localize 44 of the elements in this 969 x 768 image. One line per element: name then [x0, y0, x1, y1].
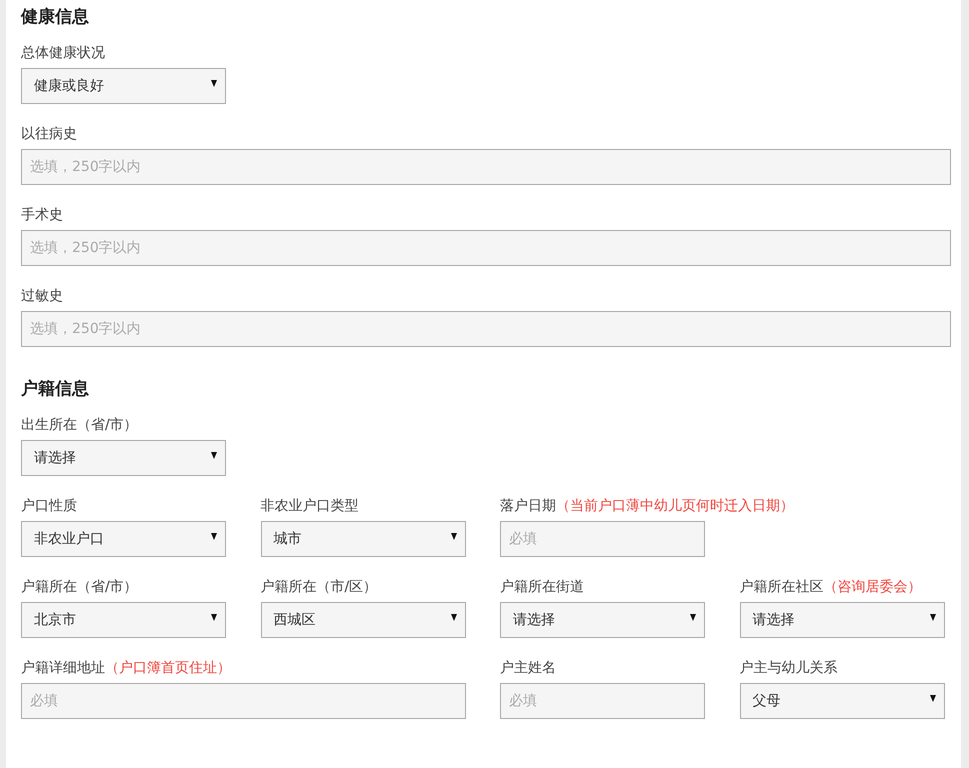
caret-icon [211, 614, 217, 620]
field-label: 户籍所在（省/市） [21, 579, 138, 595]
select-field[interactable]: 城市 [260, 521, 466, 557]
input-field[interactable]: 必填 [500, 683, 705, 719]
field-label: 手术史 [21, 207, 63, 223]
field-label: 户籍所在社区 [740, 579, 824, 595]
section-title: 户籍信息 [21, 378, 89, 401]
field-label: 户籍详细地址 [21, 660, 105, 676]
select-field[interactable]: 请选择 [740, 602, 944, 638]
field-label: 落户日期 [500, 498, 556, 514]
field-label: 以往病史 [21, 126, 77, 142]
hint-text: （户口簿首页住址） [105, 660, 231, 676]
field-label: 户主与幼儿关系 [740, 660, 838, 676]
field-label: 户口性质 [21, 498, 77, 514]
input-field[interactable]: 选填，250字以内 [21, 230, 951, 266]
input-field[interactable]: 选填，250字以内 [21, 311, 951, 347]
caret-icon [450, 532, 456, 540]
caret-icon [211, 532, 217, 540]
caret-icon [450, 614, 456, 620]
hint-text: （咨询居委会） [824, 579, 922, 595]
field-label: 户主姓名 [500, 660, 556, 676]
select-field[interactable]: 父母 [740, 683, 944, 719]
input-field[interactable]: 选填，250字以内 [21, 149, 951, 185]
field-label: 总体健康状况 [21, 45, 105, 61]
select-field[interactable]: 北京市 [21, 602, 226, 638]
caret-icon [211, 80, 217, 86]
field-label: 户籍所在（市/区） [260, 579, 378, 595]
field-label: 户籍所在街道 [500, 579, 584, 595]
select-field[interactable]: 非农业户口 [21, 521, 226, 557]
input-field[interactable]: 必填 [500, 521, 705, 557]
caret-icon [930, 694, 936, 702]
select-field[interactable]: 请选择 [21, 440, 226, 476]
select-field[interactable]: 健康或良好 [21, 68, 226, 104]
section-title: 健康信息 [21, 6, 89, 29]
field-label: 出生所在（省/市） [21, 417, 138, 433]
caret-icon [930, 614, 936, 620]
select-field[interactable]: 请选择 [500, 602, 705, 638]
caret-icon [690, 614, 696, 620]
field-label: 非农业户口类型 [260, 498, 358, 514]
select-field[interactable]: 西城区 [260, 602, 466, 638]
caret-icon [211, 452, 217, 458]
input-field[interactable]: 必填 [21, 683, 466, 719]
hint-text: （当前户口薄中幼儿页何时迁入日期） [556, 498, 794, 514]
field-label: 过敏史 [21, 288, 63, 304]
